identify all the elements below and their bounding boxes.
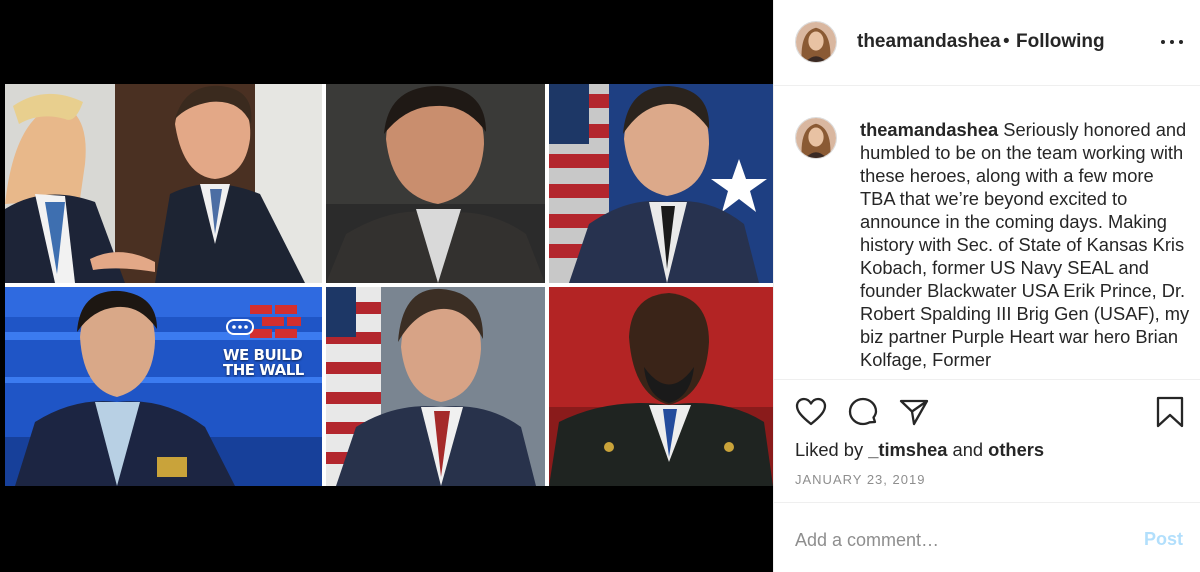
post-username[interactable]: theamandashea bbox=[857, 31, 1001, 53]
bookmark-icon[interactable] bbox=[1154, 396, 1186, 428]
banner-line-2: THE WALL bbox=[223, 361, 304, 379]
post-date[interactable]: JANUARY 23, 2019 bbox=[795, 472, 925, 487]
liked-and: and bbox=[952, 439, 984, 460]
heart-icon[interactable] bbox=[795, 396, 827, 428]
avatar[interactable] bbox=[795, 21, 837, 63]
collage-photo-3 bbox=[549, 84, 773, 283]
comment-input[interactable] bbox=[795, 527, 1115, 553]
comment-icon[interactable] bbox=[847, 396, 879, 428]
separator-dot: • bbox=[1003, 31, 1010, 52]
banner-text: WE BUILD THE WALL bbox=[223, 348, 305, 378]
collage-photo-4: WE BUILD THE WALL bbox=[5, 287, 322, 486]
caption-text: theamandashea Seriously honored and humb… bbox=[860, 118, 1190, 371]
collage-photo-1 bbox=[5, 84, 322, 283]
post-media[interactable]: WE BUILD THE WALL bbox=[0, 0, 773, 572]
post-panel: theamandashea • Following theamandashea … bbox=[773, 0, 1200, 572]
caption-username[interactable]: theamandashea bbox=[860, 119, 998, 140]
more-options-icon[interactable] bbox=[1161, 38, 1183, 46]
comment-bar: Post bbox=[774, 502, 1200, 572]
caption-body: Seriously honored and humbled to be on t… bbox=[860, 119, 1190, 370]
caption-avatar[interactable] bbox=[795, 117, 837, 159]
caption-section[interactable]: theamandashea Seriously honored and humb… bbox=[774, 87, 1200, 380]
follow-status-button[interactable]: Following bbox=[1016, 31, 1105, 53]
liked-others-link[interactable]: others bbox=[988, 439, 1044, 460]
liked-user-link[interactable]: _timshea bbox=[868, 439, 947, 460]
collage-photo-2 bbox=[326, 84, 545, 283]
collage-photo-6 bbox=[549, 287, 773, 486]
post-header: theamandashea • Following bbox=[774, 0, 1200, 86]
photo-collage: WE BUILD THE WALL bbox=[5, 84, 773, 486]
likes-summary: Liked by _timshea and others bbox=[795, 439, 1044, 461]
post-comment-button[interactable]: Post bbox=[1144, 529, 1183, 550]
share-icon[interactable] bbox=[898, 396, 930, 428]
post-actions: Liked by _timshea and others JANUARY 23,… bbox=[774, 380, 1200, 500]
collage-photo-5 bbox=[326, 287, 545, 486]
liked-prefix: Liked by bbox=[795, 439, 864, 460]
